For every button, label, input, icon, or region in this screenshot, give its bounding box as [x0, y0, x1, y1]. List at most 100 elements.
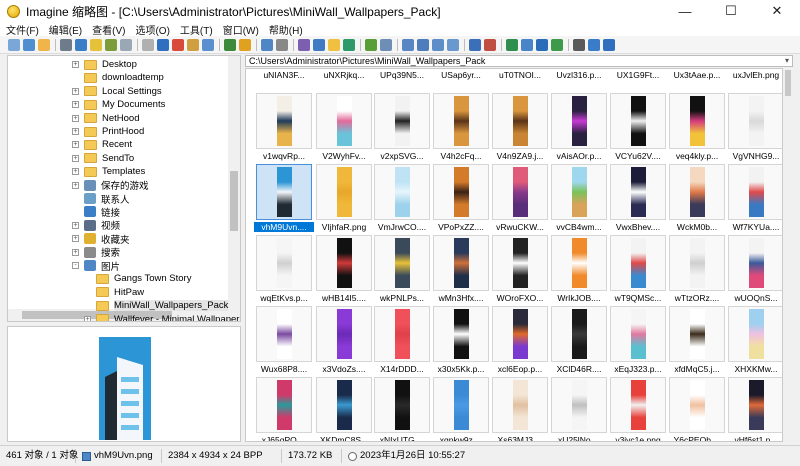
thumbnail-frame[interactable]	[669, 93, 725, 149]
toolbar-button-13[interactable]	[202, 38, 214, 51]
thumbnail-frame[interactable]	[728, 164, 782, 220]
toolbar-button-25[interactable]	[417, 38, 429, 51]
thumbnail-label[interactable]: UPq39N5...	[372, 70, 432, 80]
toolbar-button-7[interactable]	[105, 38, 117, 51]
tree-item[interactable]: + 视频	[72, 219, 120, 232]
toolbar-button-21[interactable]	[343, 38, 355, 51]
thumbnail-frame[interactable]	[316, 377, 372, 433]
thumbnail-frame[interactable]	[610, 377, 666, 433]
thumbnail-frame[interactable]	[610, 93, 666, 149]
thumbnail-frame[interactable]	[256, 377, 312, 433]
tree-expander-icon[interactable]: +	[72, 87, 79, 95]
tree-item[interactable]: + 搜索	[72, 246, 120, 259]
thumbnail-frame[interactable]	[492, 377, 548, 433]
minimize-button[interactable]: —	[662, 0, 708, 22]
tree-item[interactable]: - 图片	[72, 259, 120, 273]
thumbnail-label[interactable]: USap6yr...	[431, 70, 491, 80]
path-field[interactable]: C:\Users\Administrator\Pictures\MiniWall…	[245, 55, 793, 67]
maximize-button[interactable]: ☐	[708, 0, 754, 22]
tree-item[interactable]: + Desktop	[72, 58, 137, 71]
thumbnail-frame[interactable]	[610, 164, 666, 220]
thumbnail-frame[interactable]	[728, 235, 782, 291]
thumbnail-frame[interactable]	[551, 306, 607, 362]
thumbnail-frame[interactable]	[433, 93, 489, 149]
toolbar-button-27[interactable]	[447, 38, 459, 51]
toolbar-button-31[interactable]	[521, 38, 533, 51]
toolbar-button-19[interactable]	[313, 38, 325, 51]
tree-item[interactable]: 链接	[84, 205, 120, 219]
thumbnail-frame[interactable]	[669, 164, 725, 220]
menu-edit[interactable]: 编辑(E)	[49, 22, 82, 37]
menu-file[interactable]: 文件(F)	[6, 22, 39, 37]
tree-expander-icon[interactable]: +	[72, 61, 79, 68]
thumbnail-frame[interactable]	[551, 235, 607, 291]
thumbnail-label[interactable]: uT0TNOI...	[490, 70, 550, 80]
tree-item[interactable]: + Wallfever - Minimal Wallpaper	[84, 313, 239, 321]
thumbnail-frame[interactable]	[433, 235, 489, 291]
tree-expander-icon[interactable]: -	[72, 262, 79, 269]
thumbnail-label[interactable]: uxJvlEh.png	[726, 70, 782, 80]
thumbnail-frame[interactable]	[551, 377, 607, 433]
path-dropdown-icon[interactable]: ▾	[785, 56, 789, 66]
toolbar-button-14[interactable]	[224, 38, 236, 51]
thumbnail-frame[interactable]	[610, 306, 666, 362]
thumbnail-frame[interactable]	[256, 235, 312, 291]
tree-expander-icon[interactable]: +	[72, 154, 79, 162]
toolbar-button-24[interactable]	[402, 38, 414, 51]
thumbnail-frame[interactable]	[492, 235, 548, 291]
toolbar-button-2[interactable]	[23, 38, 35, 51]
tree-item[interactable]: 联系人	[84, 192, 130, 206]
menu-help[interactable]: 帮助(H)	[269, 22, 303, 37]
thumbnail-label[interactable]: uNIAN3F...	[254, 70, 314, 80]
thumbnail-frame[interactable]	[374, 377, 430, 433]
thumbnail-frame[interactable]	[669, 306, 725, 362]
thumbnail-frame[interactable]	[316, 164, 372, 220]
tree-item[interactable]: + SendTo	[72, 152, 134, 165]
toolbar-button-34[interactable]	[573, 38, 585, 51]
thumbnail-frame[interactable]	[669, 235, 725, 291]
toolbar-button-11[interactable]	[172, 38, 184, 51]
thumbnail-frame[interactable]	[374, 93, 430, 149]
menu-view[interactable]: 查看(V)	[92, 22, 125, 37]
toolbar-button-4[interactable]	[60, 38, 72, 51]
toolbar-button-32[interactable]	[536, 38, 548, 51]
tree-item[interactable]: HitPaw	[96, 286, 144, 299]
toolbar-button-23[interactable]	[380, 38, 392, 51]
tree-expander-icon[interactable]: +	[72, 168, 79, 176]
toolbar-button-35[interactable]	[588, 38, 600, 51]
tree-item[interactable]: downloadtemp	[84, 71, 164, 84]
toolbar-button-15[interactable]	[239, 38, 251, 51]
thumbnail-frame[interactable]	[728, 93, 782, 149]
grid-scroll-thumb[interactable]	[785, 70, 791, 96]
thumbnail-label[interactable]: Uvzl316.p...	[549, 70, 609, 80]
toolbar-button-10[interactable]	[157, 38, 169, 51]
grid-vertical-scrollbar[interactable]	[783, 68, 793, 442]
menu-options[interactable]: 选项(O)	[135, 22, 169, 37]
tree-expander-icon[interactable]: +	[72, 235, 79, 243]
thumbnail-frame[interactable]	[316, 93, 372, 149]
toolbar-button-18[interactable]	[298, 38, 310, 51]
toolbar-button-3[interactable]	[38, 38, 50, 51]
tree-expander-icon[interactable]: +	[72, 248, 79, 256]
thumbnail-frame[interactable]	[433, 164, 489, 220]
thumbnail-frame[interactable]	[492, 306, 548, 362]
tree-expander-icon[interactable]: +	[72, 101, 79, 109]
toolbar-button-30[interactable]	[506, 38, 518, 51]
toolbar-button-28[interactable]	[469, 38, 481, 51]
tree-expander-icon[interactable]: +	[72, 114, 79, 122]
thumbnail-frame[interactable]	[316, 306, 372, 362]
toolbar-button-8[interactable]	[120, 38, 132, 51]
thumbnail-frame[interactable]	[492, 93, 548, 149]
tree-expander-icon[interactable]: +	[72, 181, 79, 189]
toolbar-button-12[interactable]	[187, 38, 199, 51]
thumbnail-frame[interactable]	[728, 377, 782, 433]
toolbar-button-22[interactable]	[365, 38, 377, 51]
tree-vertical-scrollbar[interactable]	[228, 56, 240, 309]
tree-item[interactable]: + 收藏夹	[72, 232, 130, 246]
tree-scroll-thumb[interactable]	[230, 171, 238, 231]
tree-item[interactable]: Gangs Town Story	[96, 272, 191, 285]
tree-item[interactable]: + Local Settings	[72, 85, 162, 98]
folder-tree[interactable]: + Desktop downloadtemp + Local Settings + My D…	[7, 55, 241, 322]
thumbnail-frame[interactable]	[551, 164, 607, 220]
close-button[interactable]: ✕	[754, 0, 800, 22]
